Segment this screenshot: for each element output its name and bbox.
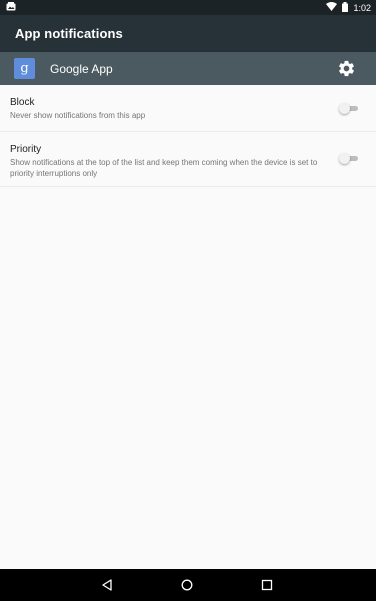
- setting-row-block[interactable]: Block Never show notifications from this…: [0, 85, 376, 132]
- app-header: g Google App: [0, 52, 376, 85]
- priority-toggle[interactable]: [339, 153, 359, 164]
- navigation-bar: [0, 569, 376, 601]
- setting-title: Block: [10, 97, 35, 108]
- app-name: Google App: [50, 61, 113, 76]
- google-app-icon: g: [14, 58, 35, 79]
- setting-summary: Never show notifications from this app: [10, 111, 146, 120]
- app-icon-glyph: g: [20, 61, 29, 76]
- app-bar: App notifications: [0, 15, 376, 52]
- setting-summary: Show notifications at the top of the lis…: [10, 158, 318, 178]
- status-bar: 1:02: [0, 0, 376, 15]
- recents-icon[interactable]: [260, 578, 274, 592]
- toggle-thumb: [339, 103, 350, 114]
- gear-icon[interactable]: [337, 59, 356, 78]
- settings-list: Block Never show notifications from this…: [0, 85, 376, 569]
- status-bar-left: [6, 2, 16, 13]
- page-title: App notifications: [15, 26, 123, 41]
- battery-icon: [342, 1, 349, 14]
- wifi-icon: [326, 2, 338, 13]
- home-icon[interactable]: [180, 578, 194, 592]
- photo-notification-icon: [6, 2, 16, 13]
- toggle-thumb: [339, 153, 350, 164]
- block-toggle[interactable]: [339, 103, 359, 114]
- status-bar-right: 1:02: [326, 1, 371, 14]
- setting-title: Priority: [10, 144, 42, 155]
- setting-row-priority[interactable]: Priority Show notifications at the top o…: [0, 132, 376, 187]
- back-icon[interactable]: [100, 578, 114, 592]
- status-time: 1:02: [353, 2, 371, 13]
